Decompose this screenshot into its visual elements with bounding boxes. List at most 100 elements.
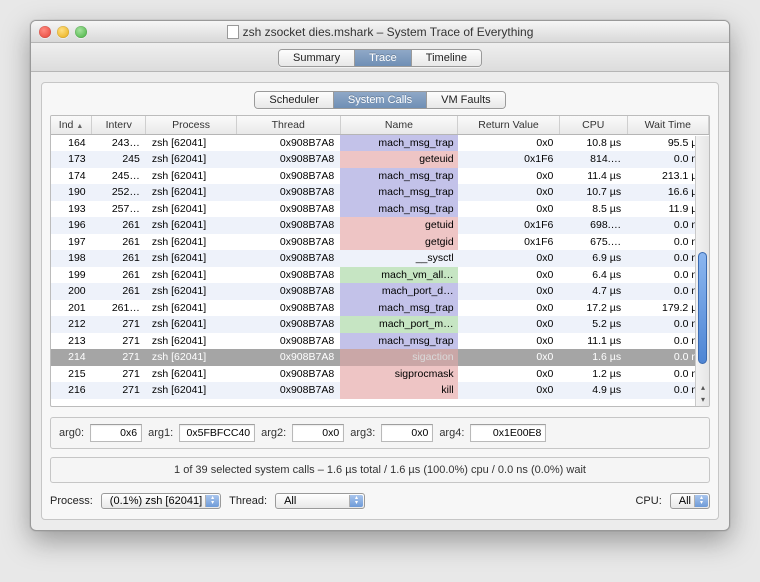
- table-row[interactable]: 193257…zsh [62041]0x908B7A8mach_msg_trap…: [51, 201, 709, 218]
- cell: 271: [92, 316, 146, 333]
- titlebar: zsh zsocket dies.mshark – System Trace o…: [31, 21, 729, 43]
- table-row[interactable]: 214271zsh [62041]0x908B7A8sigaction0x01.…: [51, 349, 709, 366]
- arg0-label: arg0:: [59, 427, 84, 439]
- cell: zsh [62041]: [146, 366, 236, 383]
- cell: 0x1F6: [458, 151, 560, 168]
- table-row[interactable]: 213271zsh [62041]0x908B7A8mach_msg_trap0…: [51, 333, 709, 350]
- table-row[interactable]: 174245…zsh [62041]0x908B7A8mach_msg_trap…: [51, 168, 709, 185]
- cell: mach_msg_trap: [340, 168, 457, 185]
- cell: 0x0: [458, 184, 560, 201]
- cell: 0x0: [458, 250, 560, 267]
- cell: 0x908B7A8: [236, 151, 340, 168]
- cell: 261: [92, 267, 146, 284]
- cell: mach_vm_all…: [340, 267, 457, 284]
- cell: 190: [51, 184, 92, 201]
- table-row[interactable]: 212271zsh [62041]0x908B7A8mach_port_m…0x…: [51, 316, 709, 333]
- scroll-down-icon[interactable]: ▾: [698, 394, 708, 406]
- document-icon: [227, 25, 239, 39]
- table-row[interactable]: 199261zsh [62041]0x908B7A8mach_vm_all…0x…: [51, 267, 709, 284]
- cell: 0x908B7A8: [236, 382, 340, 399]
- tab-timeline[interactable]: Timeline: [412, 50, 481, 66]
- cell: zsh [62041]: [146, 168, 236, 185]
- cell: 675.…: [559, 234, 627, 251]
- thread-filter-popup[interactable]: All ▴▾: [275, 493, 365, 509]
- cell: zsh [62041]: [146, 349, 236, 366]
- window-title: zsh zsocket dies.mshark – System Trace o…: [243, 25, 534, 39]
- cell: geteuid: [340, 151, 457, 168]
- cell: 0x0: [458, 267, 560, 284]
- cell: 0x0: [458, 333, 560, 350]
- tab-system-calls[interactable]: System Calls: [334, 92, 427, 108]
- cell: __sysctl: [340, 250, 457, 267]
- table-row[interactable]: 200261zsh [62041]0x908B7A8mach_port_d…0x…: [51, 283, 709, 300]
- table-row[interactable]: 190252…zsh [62041]0x908B7A8mach_msg_trap…: [51, 184, 709, 201]
- cell: 164: [51, 135, 92, 152]
- cell: zsh [62041]: [146, 316, 236, 333]
- cell: 196: [51, 217, 92, 234]
- col-thread[interactable]: Thread: [236, 116, 340, 135]
- trace-panel: Scheduler System Calls VM Faults Ind Int…: [41, 82, 719, 520]
- cell: zsh [62041]: [146, 234, 236, 251]
- col-cpu[interactable]: CPU: [559, 116, 627, 135]
- arg1-field[interactable]: [179, 424, 255, 442]
- process-filter-popup[interactable]: (0.1%) zsh [62041] ▴▾: [101, 493, 221, 509]
- cell: 0x908B7A8: [236, 168, 340, 185]
- cell: mach_msg_trap: [340, 184, 457, 201]
- cell: 0x908B7A8: [236, 333, 340, 350]
- cell: mach_msg_trap: [340, 300, 457, 317]
- tab-scheduler[interactable]: Scheduler: [255, 92, 334, 108]
- cell: 0x908B7A8: [236, 135, 340, 152]
- zoom-button[interactable]: [75, 26, 87, 38]
- cell: 199: [51, 267, 92, 284]
- cell: 6.4 µs: [559, 267, 627, 284]
- cell: 198: [51, 250, 92, 267]
- cell: 0x1F6: [458, 217, 560, 234]
- arg3-label: arg3:: [350, 427, 375, 439]
- table-row[interactable]: 173245zsh [62041]0x908B7A8geteuid0x1F681…: [51, 151, 709, 168]
- minimize-button[interactable]: [57, 26, 69, 38]
- col-wait-time[interactable]: Wait Time: [627, 116, 708, 135]
- cell: 173: [51, 151, 92, 168]
- cell: 245: [92, 151, 146, 168]
- cell: zsh [62041]: [146, 283, 236, 300]
- table-row[interactable]: 201261…zsh [62041]0x908B7A8mach_msg_trap…: [51, 300, 709, 317]
- arg0-field[interactable]: [90, 424, 142, 442]
- arg2-field[interactable]: [292, 424, 344, 442]
- cell: 0x0: [458, 349, 560, 366]
- scroll-up-icon[interactable]: ▴: [698, 382, 708, 394]
- cell: 0x1F6: [458, 234, 560, 251]
- cell: 0x908B7A8: [236, 316, 340, 333]
- cell: mach_msg_trap: [340, 201, 457, 218]
- close-button[interactable]: [39, 26, 51, 38]
- cell: 4.7 µs: [559, 283, 627, 300]
- table-row[interactable]: 197261zsh [62041]0x908B7A8getgid0x1F6675…: [51, 234, 709, 251]
- cell: 197: [51, 234, 92, 251]
- cell: 0x908B7A8: [236, 349, 340, 366]
- table-row[interactable]: 164243…zsh [62041]0x908B7A8mach_msg_trap…: [51, 135, 709, 152]
- table-row[interactable]: 198261zsh [62041]0x908B7A8__sysctl0x06.9…: [51, 250, 709, 267]
- scroll-thumb[interactable]: [698, 252, 707, 364]
- main-toolbar: Summary Trace Timeline: [31, 43, 729, 72]
- arg4-field[interactable]: [470, 424, 546, 442]
- table-row[interactable]: 215271zsh [62041]0x908B7A8sigprocmask0x0…: [51, 366, 709, 383]
- thread-filter-label: Thread:: [229, 495, 267, 507]
- tab-vm-faults[interactable]: VM Faults: [427, 92, 505, 108]
- tab-trace[interactable]: Trace: [355, 50, 412, 66]
- col-return-value[interactable]: Return Value: [458, 116, 560, 135]
- vertical-scrollbar[interactable]: ▴ ▾: [695, 136, 709, 406]
- arg3-field[interactable]: [381, 424, 433, 442]
- table-row[interactable]: 216271zsh [62041]0x908B7A8kill0x04.9 µs0…: [51, 382, 709, 399]
- col-ind[interactable]: Ind: [51, 116, 92, 135]
- cell: 5.2 µs: [559, 316, 627, 333]
- col-name[interactable]: Name: [340, 116, 457, 135]
- table-row[interactable]: 196261zsh [62041]0x908B7A8getuid0x1F6698…: [51, 217, 709, 234]
- table-body: 164243…zsh [62041]0x908B7A8mach_msg_trap…: [51, 135, 709, 399]
- col-process[interactable]: Process: [146, 116, 236, 135]
- cell: sigprocmask: [340, 366, 457, 383]
- process-filter-label: Process:: [50, 495, 93, 507]
- cpu-filter-popup[interactable]: All ▴▾: [670, 493, 710, 509]
- tab-summary[interactable]: Summary: [279, 50, 355, 66]
- cell: 0x908B7A8: [236, 300, 340, 317]
- cell: 214: [51, 349, 92, 366]
- col-interv[interactable]: Interv: [92, 116, 146, 135]
